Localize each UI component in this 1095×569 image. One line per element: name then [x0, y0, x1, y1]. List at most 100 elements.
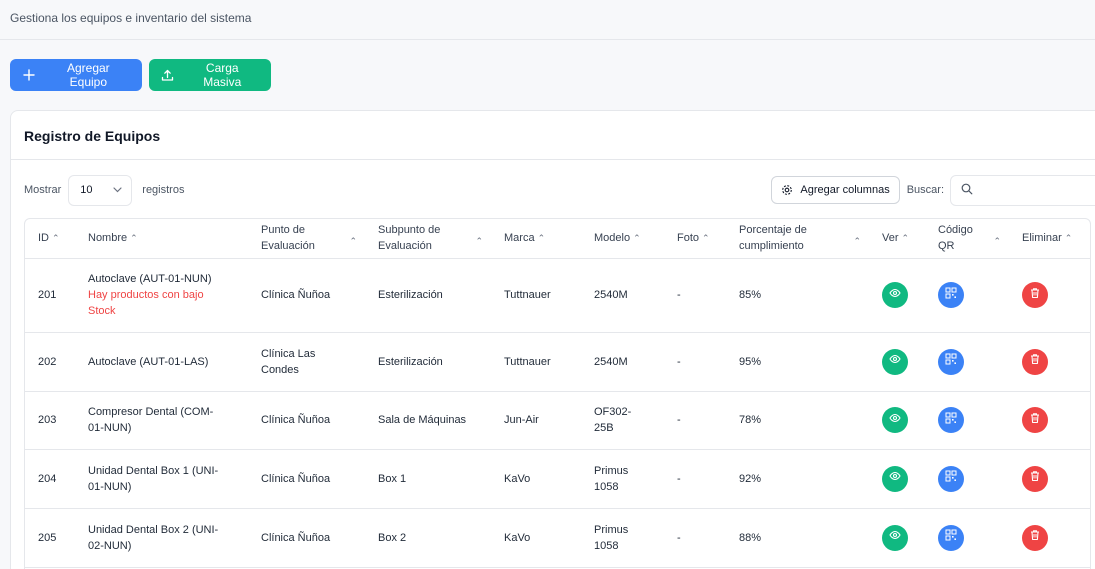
search-input[interactable] — [950, 174, 1095, 206]
cell-qr — [925, 258, 1009, 333]
cell-foto: - — [664, 258, 726, 333]
col-header-foto-label: Foto — [677, 232, 700, 245]
qr-code-icon — [945, 470, 957, 487]
cell-punto: Clínica Las Condes — [248, 332, 365, 392]
col-header-nombre-label: Nombre — [88, 232, 128, 245]
trash-icon — [1029, 412, 1041, 429]
action-bar: Agregar Equipo Carga Masiva — [10, 59, 271, 91]
delete-button[interactable] — [1022, 407, 1048, 433]
cell-modelo-text: OF302-25B — [594, 406, 632, 434]
col-header-subpunto-label: Subpunto de Evaluación — [378, 224, 441, 253]
col-header-nombre[interactable]: Nombre ⌃ — [75, 219, 248, 259]
view-button[interactable] — [882, 348, 908, 375]
delete-button[interactable] — [1022, 524, 1048, 551]
equipment-card: Registro de Equipos Mostrar 10 registros… — [10, 110, 1095, 569]
page-header: Gestiona los equipos e inventario del si… — [0, 0, 1095, 40]
cell-porcentaje: 88% — [726, 508, 869, 568]
cell-id: 204 — [25, 449, 75, 509]
cell-foto: - — [664, 391, 726, 450]
cell-porcentaje: 85% — [726, 258, 869, 333]
qr-button[interactable] — [938, 524, 964, 551]
cell-eliminar — [1009, 258, 1090, 333]
bulk-upload-label: Carga Masiva — [203, 61, 242, 89]
cell-id: 202 — [25, 332, 75, 392]
add-columns-button[interactable]: Agregar columnas — [771, 176, 900, 204]
page-size-select[interactable]: 10 — [68, 174, 133, 206]
bulk-upload-button[interactable]: Carga Masiva — [149, 59, 271, 91]
col-header-qr-label: Código QR — [938, 224, 973, 253]
page-subtitle: Gestiona los equipos e inventario del si… — [10, 11, 252, 25]
col-header-id[interactable]: ID ⌃ — [25, 219, 75, 259]
eye-icon — [889, 529, 901, 546]
equipment-table: ID ⌃ Nombre ⌃ Punto de Evaluación ⌃ Subpunt… — [24, 218, 1091, 569]
trash-icon — [1029, 287, 1041, 304]
search-label: Buscar: — [906, 184, 944, 196]
cell-foto: - — [664, 332, 726, 392]
gear-icon — [781, 184, 793, 196]
upload-icon — [161, 68, 175, 82]
col-header-foto[interactable]: Foto ⌃ — [664, 219, 726, 259]
col-header-modelo[interactable]: Modelo ⌃ — [581, 219, 664, 259]
delete-button[interactable] — [1022, 282, 1048, 308]
col-header-punto[interactable]: Punto de Evaluación ⌃ — [248, 219, 365, 259]
qr-button[interactable] — [938, 282, 964, 308]
view-button[interactable] — [882, 282, 908, 308]
cell-porcentaje: 95% — [726, 332, 869, 392]
cell-qr — [925, 508, 1009, 568]
table-row: 201 Autoclave (AUT-01-NUN) Hay productos… — [25, 258, 1090, 333]
table-row: 204 Unidad Dental Box 1 (UNI-01-NUN) Clí… — [25, 449, 1090, 509]
cell-ver — [869, 449, 925, 509]
equipment-name: Unidad Dental Box 1 (UNI-01-NUN) — [88, 464, 219, 493]
cell-punto-text: Clínica Ñuñoa — [261, 472, 331, 485]
view-button[interactable] — [882, 524, 908, 551]
col-header-marca[interactable]: Marca ⌃ — [491, 219, 581, 259]
cell-marca: KaVo — [491, 449, 581, 509]
cell-subpunto: Esterilización — [365, 258, 491, 333]
col-header-porcentaje[interactable]: Porcentaje de cumplimiento ⌃ — [726, 219, 869, 259]
equipment-name: Unidad Dental Box 2 (UNI-02-NUN) — [88, 523, 219, 552]
delete-button[interactable] — [1022, 348, 1048, 375]
cell-punto: Clínica Ñuñoa — [248, 258, 365, 333]
cell-foto: - — [664, 508, 726, 568]
equipment-name: Compresor Dental (COM-01-NUN) — [88, 406, 214, 434]
table-row: 203 Compresor Dental (COM-01-NUN) Clínic… — [25, 391, 1090, 450]
delete-button[interactable] — [1022, 465, 1048, 492]
cell-id: 203 — [25, 391, 75, 450]
view-button[interactable] — [882, 407, 908, 433]
cell-modelo-text: Primus 1058 — [594, 523, 629, 552]
cell-qr — [925, 449, 1009, 509]
trash-icon — [1029, 470, 1041, 487]
col-header-eliminar-label: Eliminar — [1022, 232, 1062, 245]
qr-button[interactable] — [938, 465, 964, 492]
records-label: registros — [142, 184, 185, 196]
cell-nombre: Autoclave (AUT-01-NUN) Hay productos con… — [75, 258, 248, 333]
cell-punto: Clínica Ñuñoa — [248, 391, 365, 450]
qr-button[interactable] — [938, 407, 964, 433]
add-equipment-button[interactable]: Agregar Equipo — [10, 59, 142, 91]
cell-modelo: 2540M — [581, 332, 664, 392]
cell-punto-text: Clínica Las Condes — [261, 347, 316, 376]
col-header-qr[interactable]: Código QR ⌃ — [925, 219, 1009, 259]
cell-porcentaje: 92% — [726, 449, 869, 509]
cell-qr — [925, 332, 1009, 392]
col-header-eliminar[interactable]: Eliminar ⌃ — [1009, 219, 1090, 259]
cell-nombre: Unidad Dental Box 1 (UNI-01-NUN) — [75, 449, 248, 509]
cell-id: 205 — [25, 508, 75, 568]
cell-marca: Tuttnauer — [491, 258, 581, 333]
cell-punto-text: Clínica Ñuñoa — [261, 289, 331, 301]
page-size-value: 10 — [80, 184, 93, 196]
cell-marca: KaVo — [491, 508, 581, 568]
cell-marca: Jun-Air — [491, 391, 581, 450]
col-header-subpunto[interactable]: Subpunto de Evaluación ⌃ — [365, 219, 491, 259]
equipment-name: Autoclave (AUT-01-LAS) — [88, 355, 209, 368]
col-header-porcentaje-label: Porcentaje de cumplimiento — [739, 224, 807, 253]
cell-qr — [925, 391, 1009, 450]
cell-punto-text: Clínica Ñuñoa — [261, 531, 331, 544]
qr-code-icon — [945, 529, 957, 546]
cell-foto: - — [664, 449, 726, 509]
cell-subpunto: Esterilización — [365, 332, 491, 392]
qr-button[interactable] — [938, 348, 964, 375]
trash-icon — [1029, 529, 1041, 546]
view-button[interactable] — [882, 465, 908, 492]
col-header-ver[interactable]: Ver ⌃ — [869, 219, 925, 259]
